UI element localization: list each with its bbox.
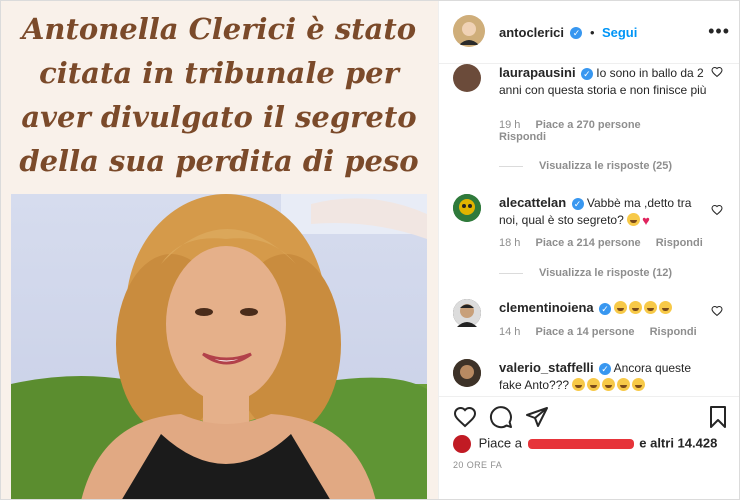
comment-likes-count[interactable]: Piace a 270 persone	[535, 119, 640, 131]
grinning-sweat-emoji-icon	[632, 378, 646, 391]
grinning-sweat-emoji-icon	[572, 378, 586, 391]
grinning-sweat-emoji-icon	[629, 301, 643, 314]
comment-likes-count[interactable]: Piace a 214 persone	[535, 237, 640, 249]
comment-username[interactable]: alecattelan	[499, 195, 566, 210]
comments-list: laurapausini ✓ Io sono in ballo da 2 ann…	[439, 64, 739, 394]
view-replies-button[interactable]: Visualizza le risposte (25)	[499, 160, 672, 172]
comment-text-block: clementinoiena ✓	[499, 299, 709, 317]
likes-suffix: e altri 14.428	[639, 435, 718, 451]
comment-bubble-icon[interactable]	[489, 405, 513, 429]
like-heart-icon[interactable]	[453, 405, 477, 429]
grinning-sweat-emoji-icon	[617, 378, 631, 391]
verified-badge-icon: ✓	[571, 197, 584, 210]
comment-likes-count[interactable]: Piace a 14 persone	[535, 326, 634, 338]
post-likes[interactable]: Piace a e altri 14.428	[453, 435, 717, 453]
like-comment-heart-icon[interactable]	[711, 204, 723, 216]
replies-divider-line	[499, 272, 523, 274]
view-replies-label: Visualizza le risposte (25)	[539, 160, 673, 172]
post-headline: Antonella Clerici è stato citata in trib…	[19, 12, 419, 178]
post-actions-bar: Piace a e altri 14.428 20 ORE FA	[439, 396, 739, 499]
comment-username[interactable]: laurapausini	[499, 65, 576, 80]
header-identity: antoclerici ✓ • Segui	[499, 24, 637, 42]
reply-button[interactable]: Rispondi	[650, 326, 697, 338]
commenter-avatar[interactable]	[453, 64, 481, 92]
comment-username[interactable]: clementinoiena	[499, 300, 594, 315]
woman-portrait-image	[11, 194, 427, 499]
likes-prefix: Piace a	[478, 435, 522, 451]
post-header: antoclerici ✓ • Segui •••	[439, 1, 739, 64]
comment-text-block: valerio_staffelli ✓ Ancora queste fake A…	[499, 359, 709, 394]
verified-badge-icon: ✓	[599, 362, 611, 375]
comment-meta: 19 h Piace a 270 persone Rispondi	[499, 119, 653, 143]
verified-badge-icon: ✓	[580, 67, 593, 80]
commenter-avatar[interactable]	[453, 194, 481, 222]
comment-time: 19 h	[499, 119, 521, 131]
red-heart-emoji-icon: ♥	[642, 213, 650, 228]
redacted-username	[527, 439, 634, 449]
header-username[interactable]: antoclerici	[499, 25, 564, 40]
like-comment-heart-icon[interactable]	[711, 305, 723, 317]
commenter-avatar[interactable]	[453, 359, 481, 387]
post-image[interactable]: Antonella Clerici è stato citata in trib…	[1, 1, 438, 499]
like-comment-heart-icon[interactable]	[711, 66, 723, 78]
view-replies-button[interactable]: Visualizza le risposte (12)	[499, 267, 672, 279]
grinning-sweat-emoji-icon	[627, 213, 641, 226]
replies-divider-line	[499, 165, 523, 167]
share-paper-plane-icon[interactable]	[525, 405, 549, 429]
more-options-icon[interactable]: •••	[708, 21, 730, 42]
separator-dot: •	[589, 25, 595, 40]
liker-avatar	[453, 435, 471, 453]
grinning-sweat-emoji-icon	[614, 301, 628, 314]
profile-avatar[interactable]	[453, 15, 485, 47]
commenter-avatar[interactable]	[453, 299, 481, 327]
comment-time: 18 h	[499, 237, 521, 249]
verified-badge-icon: ✓	[598, 302, 611, 315]
reply-button[interactable]: Rispondi	[656, 237, 703, 249]
view-replies-label: Visualizza le risposte (12)	[539, 267, 673, 279]
comment-meta: 14 h Piace a 14 persone Rispondi	[499, 326, 709, 338]
verified-badge-icon: ✓	[570, 26, 583, 39]
comment-meta: 18 h Piace a 214 persone Rispondi	[499, 237, 715, 249]
comment-text-block: laurapausini ✓ Io sono in ballo da 2 ann…	[499, 64, 709, 99]
grinning-sweat-emoji-icon	[587, 378, 601, 391]
grinning-sweat-emoji-icon	[644, 301, 658, 314]
follow-button[interactable]: Segui	[602, 25, 637, 40]
grinning-sweat-emoji-icon	[659, 301, 673, 314]
instagram-post-window: Antonella Clerici è stato citata in trib…	[0, 0, 740, 500]
post-sidebar: antoclerici ✓ • Segui ••• laurapausini ✓…	[438, 1, 739, 499]
reply-button[interactable]: Rispondi	[499, 131, 546, 143]
comment-time: 14 h	[499, 326, 521, 338]
save-bookmark-icon[interactable]	[706, 405, 730, 429]
grinning-sweat-emoji-icon	[602, 378, 616, 391]
post-photo	[11, 194, 427, 499]
comment-username[interactable]: valerio_staffelli	[499, 360, 594, 375]
comment-text-block: alecattelan ✓ Vabbè ma ,detto tra noi, q…	[499, 194, 709, 229]
post-date: 20 ORE FA	[453, 460, 503, 470]
